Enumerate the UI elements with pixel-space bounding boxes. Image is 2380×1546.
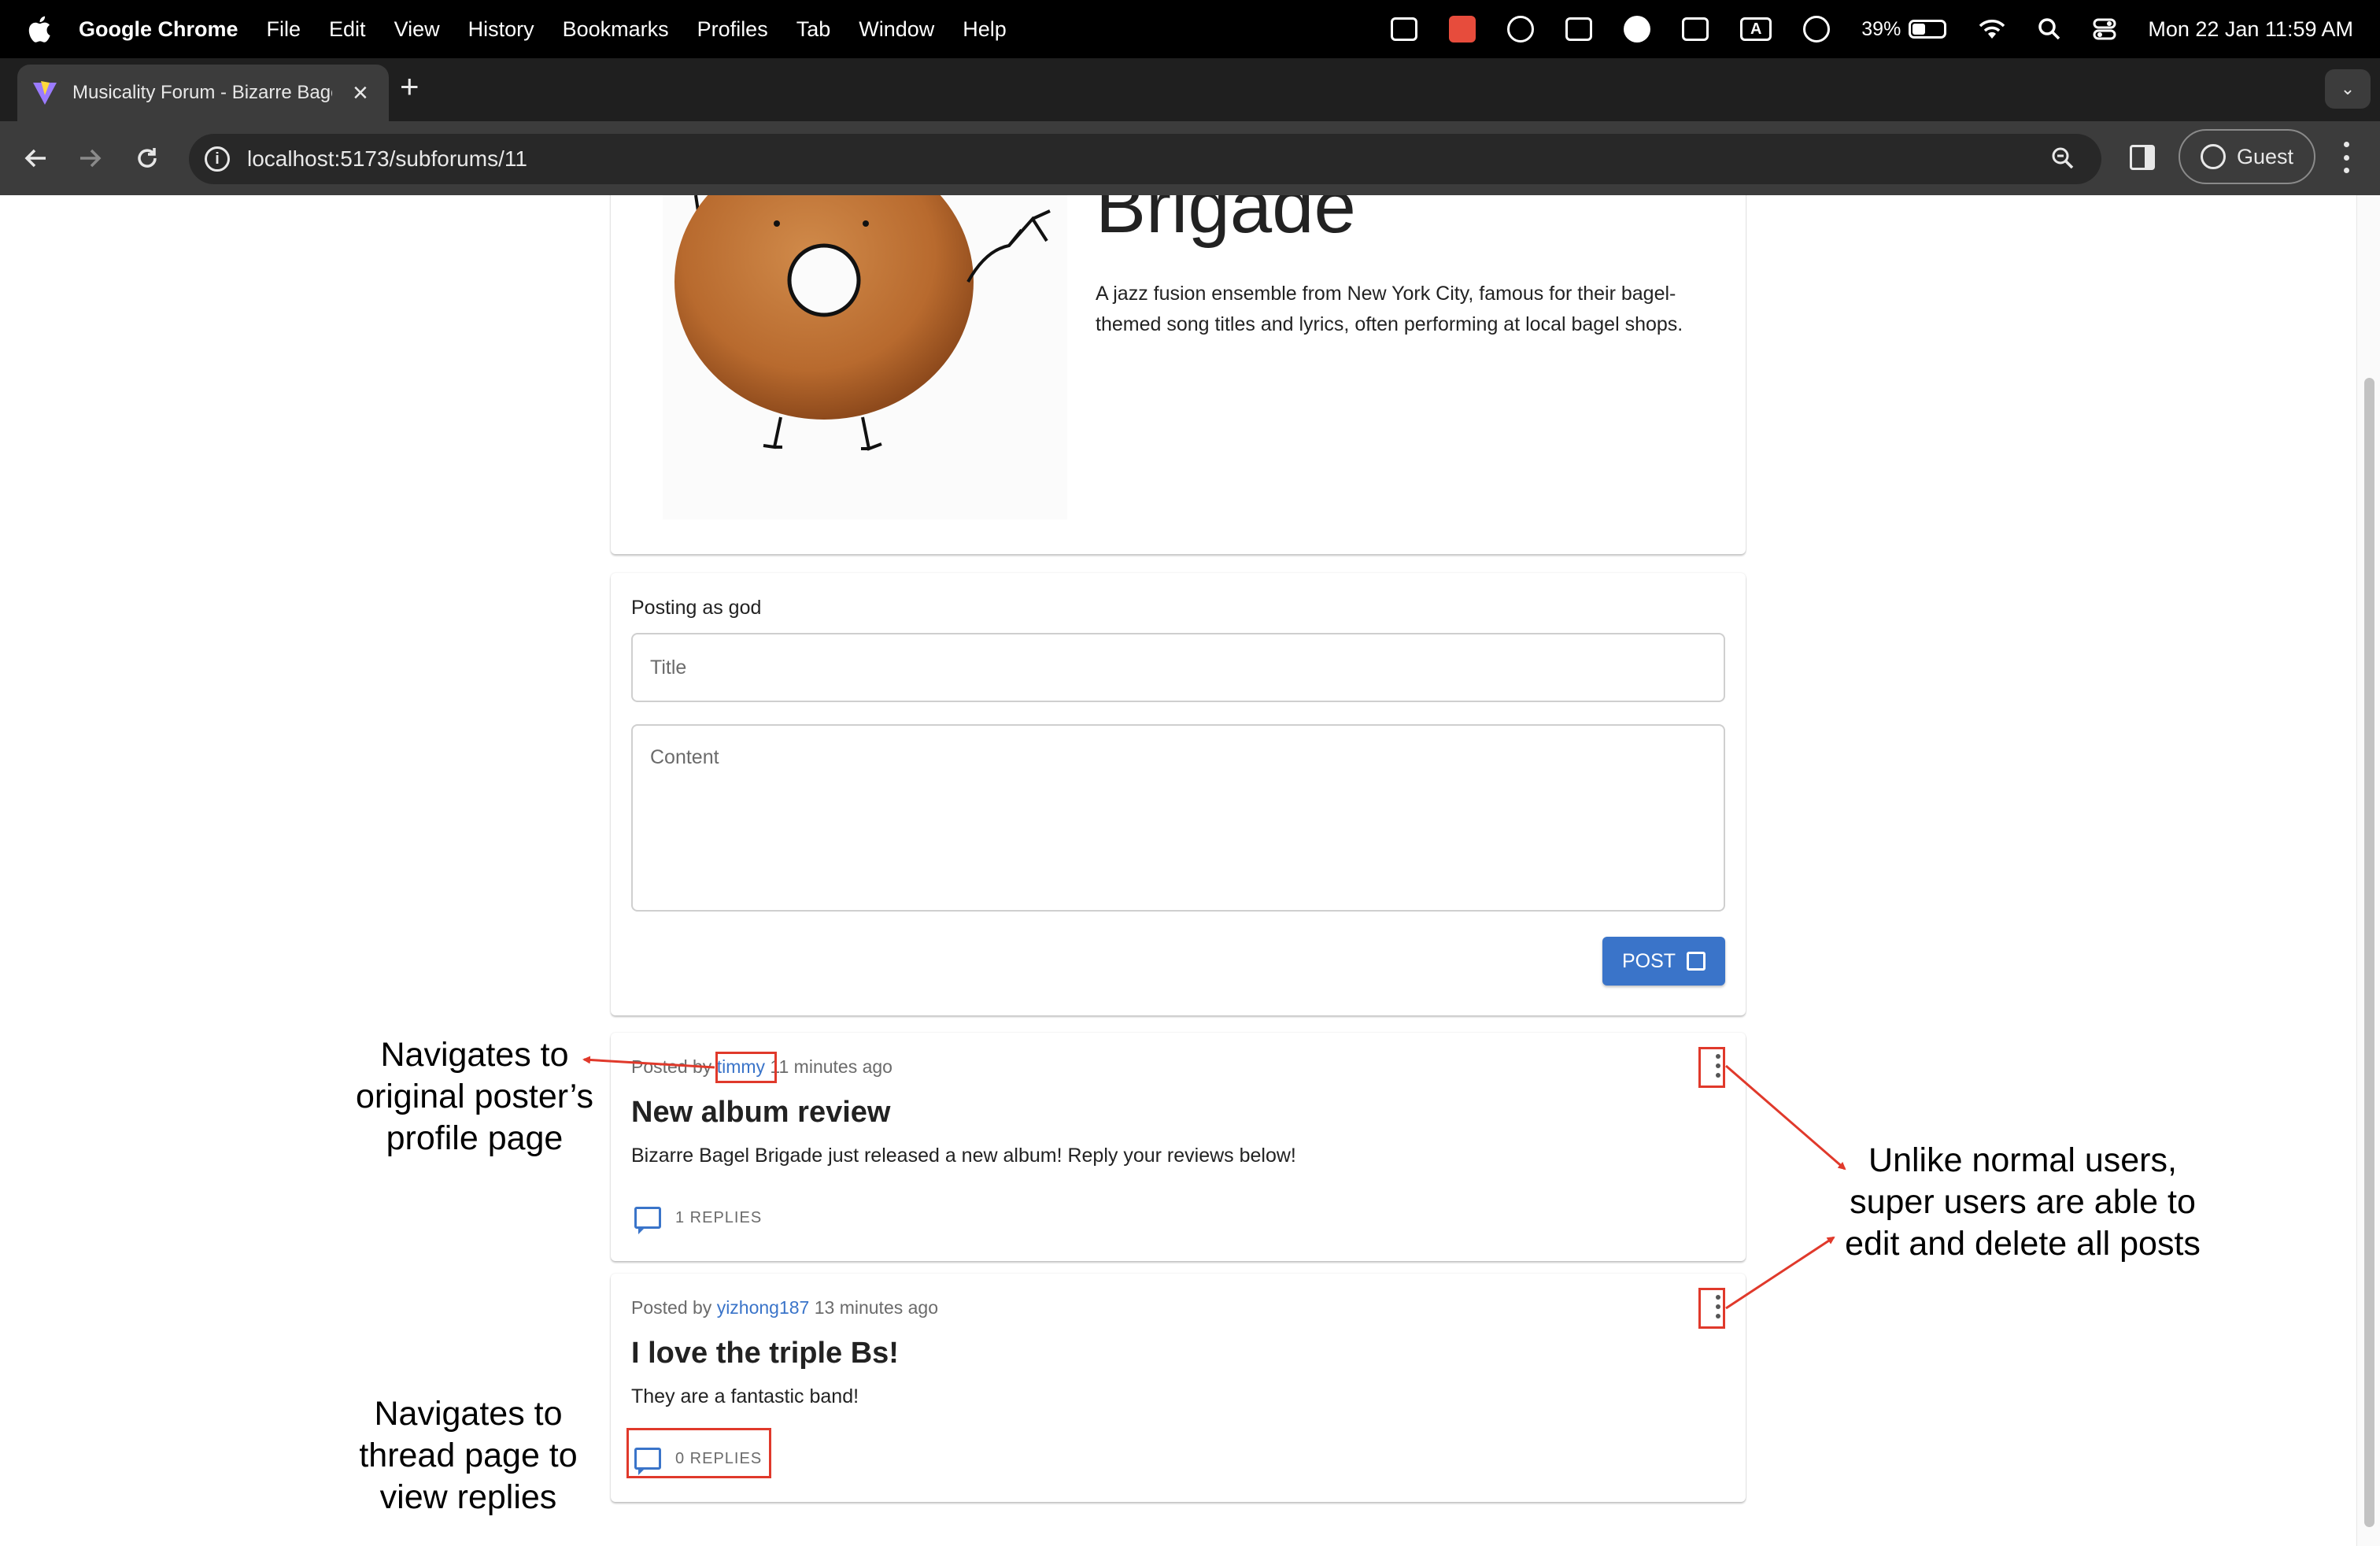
options-highlight-box [1698,1288,1725,1329]
annotation-line: Navigates to [380,1036,569,1074]
content-placeholder: Content [650,746,719,768]
thread-annotation: Navigates to thread page to view replies [338,1393,598,1518]
tab-close-icon[interactable]: × [353,78,368,109]
band-image [663,195,1067,520]
subforum-header-card: Brigade A jazz fusion ensemble from New … [611,195,1746,554]
forward-arrow-icon[interactable] [69,137,112,179]
page-viewport: Brigade A jazz fusion ensemble from New … [0,195,2380,1546]
band-description: A jazz fusion ensemble from New York Cit… [1096,283,1683,335]
menu-history[interactable]: History [468,17,534,42]
posted-by-label: Posted by [631,1056,712,1077]
menubar-clock[interactable]: Mon 22 Jan 11:59 AM [2148,17,2353,42]
wifi-icon[interactable] [1978,18,2006,40]
menu-profiles[interactable]: Profiles [697,17,768,42]
thread-title-input[interactable]: Title [631,633,1725,702]
thread-card[interactable]: Posted by timmy 11 minutes ago New album… [611,1033,1746,1261]
address-url: localhost:5173/subforums/11 [247,146,527,171]
tab-title: Musicality Forum - Bizarre Bagel Brigade [72,82,332,103]
browser-toolbar: i localhost:5173/subforums/11 Guest [0,121,2380,195]
superuser-annotation: Unlike normal users, super users are abl… [1810,1140,2235,1265]
vite-favicon-icon [33,81,57,105]
tab-search-chevron-icon[interactable]: ⌄ [2325,69,2371,109]
post-button[interactable]: POST [1602,937,1725,986]
thread-title[interactable]: New album review [631,1096,890,1130]
play-tray-icon[interactable] [1803,16,1831,43]
avatar-icon [2200,144,2226,169]
browser-tab-strip: Musicality Forum - Bizarre Bagel Brigade… [0,58,2380,121]
annotation-line: profile page [386,1119,564,1157]
app-tray-icon[interactable] [1449,16,1476,43]
thread-author-link[interactable]: yizhong187 [717,1297,810,1318]
annotation-line: view replies [379,1478,557,1516]
posting-as-label: Posting as god [631,597,762,619]
screenshot-root: Google Chrome File Edit View History Boo… [0,0,2380,1546]
menu-tab[interactable]: Tab [796,17,831,42]
profile-label: Guest [2236,144,2294,168]
profile-annotation: Navigates to original poster’s profile p… [338,1034,611,1160]
replies-count: 1 REPLIES [675,1208,763,1226]
drive-tray-icon[interactable] [1682,17,1709,41]
thread-content-input[interactable]: Content [631,724,1725,912]
control-center-icon[interactable] [2093,17,2116,41]
annotation-line: original poster’s [356,1078,593,1115]
menu-edit[interactable]: Edit [329,17,366,42]
site-info-icon[interactable]: i [205,146,230,172]
thread-body: Bizarre Bagel Brigade just released a ne… [631,1145,1296,1167]
address-bar[interactable]: i localhost:5173/subforums/11 [189,134,2101,184]
scrollbar-thumb[interactable] [2364,378,2374,1527]
post-add-icon [1687,952,1706,971]
menu-help[interactable]: Help [963,17,1007,42]
input-source-icon[interactable]: A [1740,17,1772,41]
battery-icon [1909,20,1947,39]
zoom-icon[interactable] [2051,146,2075,176]
new-thread-composer: Posting as god Title Content POST [611,573,1746,1015]
menu-bookmarks[interactable]: Bookmarks [563,17,669,42]
side-panel-icon[interactable] [2130,145,2155,170]
profile-guest-button[interactable]: Guest [2179,129,2315,184]
grammar-tray-icon[interactable] [1507,16,1535,43]
annotation-line: thread page to [359,1437,578,1474]
chrome-menu-icon[interactable] [2333,142,2360,173]
battery-percent: 39% [1861,17,1901,40]
menu-app-name[interactable]: Google Chrome [79,17,238,42]
annotation-line: Unlike normal users, [1868,1141,2177,1179]
spotlight-search-icon[interactable] [2038,17,2061,41]
thread-title[interactable]: I love the triple Bs! [631,1337,899,1370]
back-arrow-icon[interactable] [14,137,57,179]
page-scrollbar[interactable] [2356,195,2380,1546]
menu-window[interactable]: Window [859,17,934,42]
comment-icon [634,1207,661,1234]
posted-by-label: Posted by [631,1297,712,1318]
title-placeholder: Title [650,656,687,679]
menu-file[interactable]: File [267,17,301,42]
post-button-label: POST [1621,949,1676,972]
annotation-line: edit and delete all posts [1845,1225,2201,1263]
author-highlight-box [715,1052,777,1083]
options-highlight-box [1698,1047,1725,1088]
thread-meta: Posted by yizhong187 13 minutes ago [631,1297,938,1319]
keyboard-tray-icon[interactable] [1565,17,1593,41]
thread-time: 13 minutes ago [814,1297,939,1318]
notification-tray-icon[interactable] [1624,16,1651,43]
annotation-line: super users are able to [1850,1183,2196,1221]
shield-tray-icon[interactable] [1391,17,1418,41]
status-tray: A 39% Mon 22 Jan 11:59 AM [1359,0,2353,58]
thread-time: 11 minutes ago [770,1056,893,1077]
thread-body: They are a fantastic band! [631,1385,859,1407]
thread-replies-button[interactable]: 1 REPLIES [634,1198,762,1237]
band-name-heading: Brigade [1096,195,1356,249]
replies-highlight-box [626,1428,771,1478]
thread-card[interactable]: Posted by yizhong187 13 minutes ago I lo… [611,1274,1746,1502]
apple-icon[interactable] [27,14,52,44]
macos-menu-bar: Google Chrome File Edit View History Boo… [0,0,2380,58]
annotation-line: Navigates to [374,1395,563,1433]
battery-status[interactable]: 39% [1861,17,1947,41]
menu-view[interactable]: View [394,17,440,42]
new-tab-icon[interactable]: + [400,68,419,105]
browser-tab-active[interactable]: Musicality Forum - Bizarre Bagel Brigade… [17,65,389,121]
reload-icon[interactable] [126,137,168,179]
